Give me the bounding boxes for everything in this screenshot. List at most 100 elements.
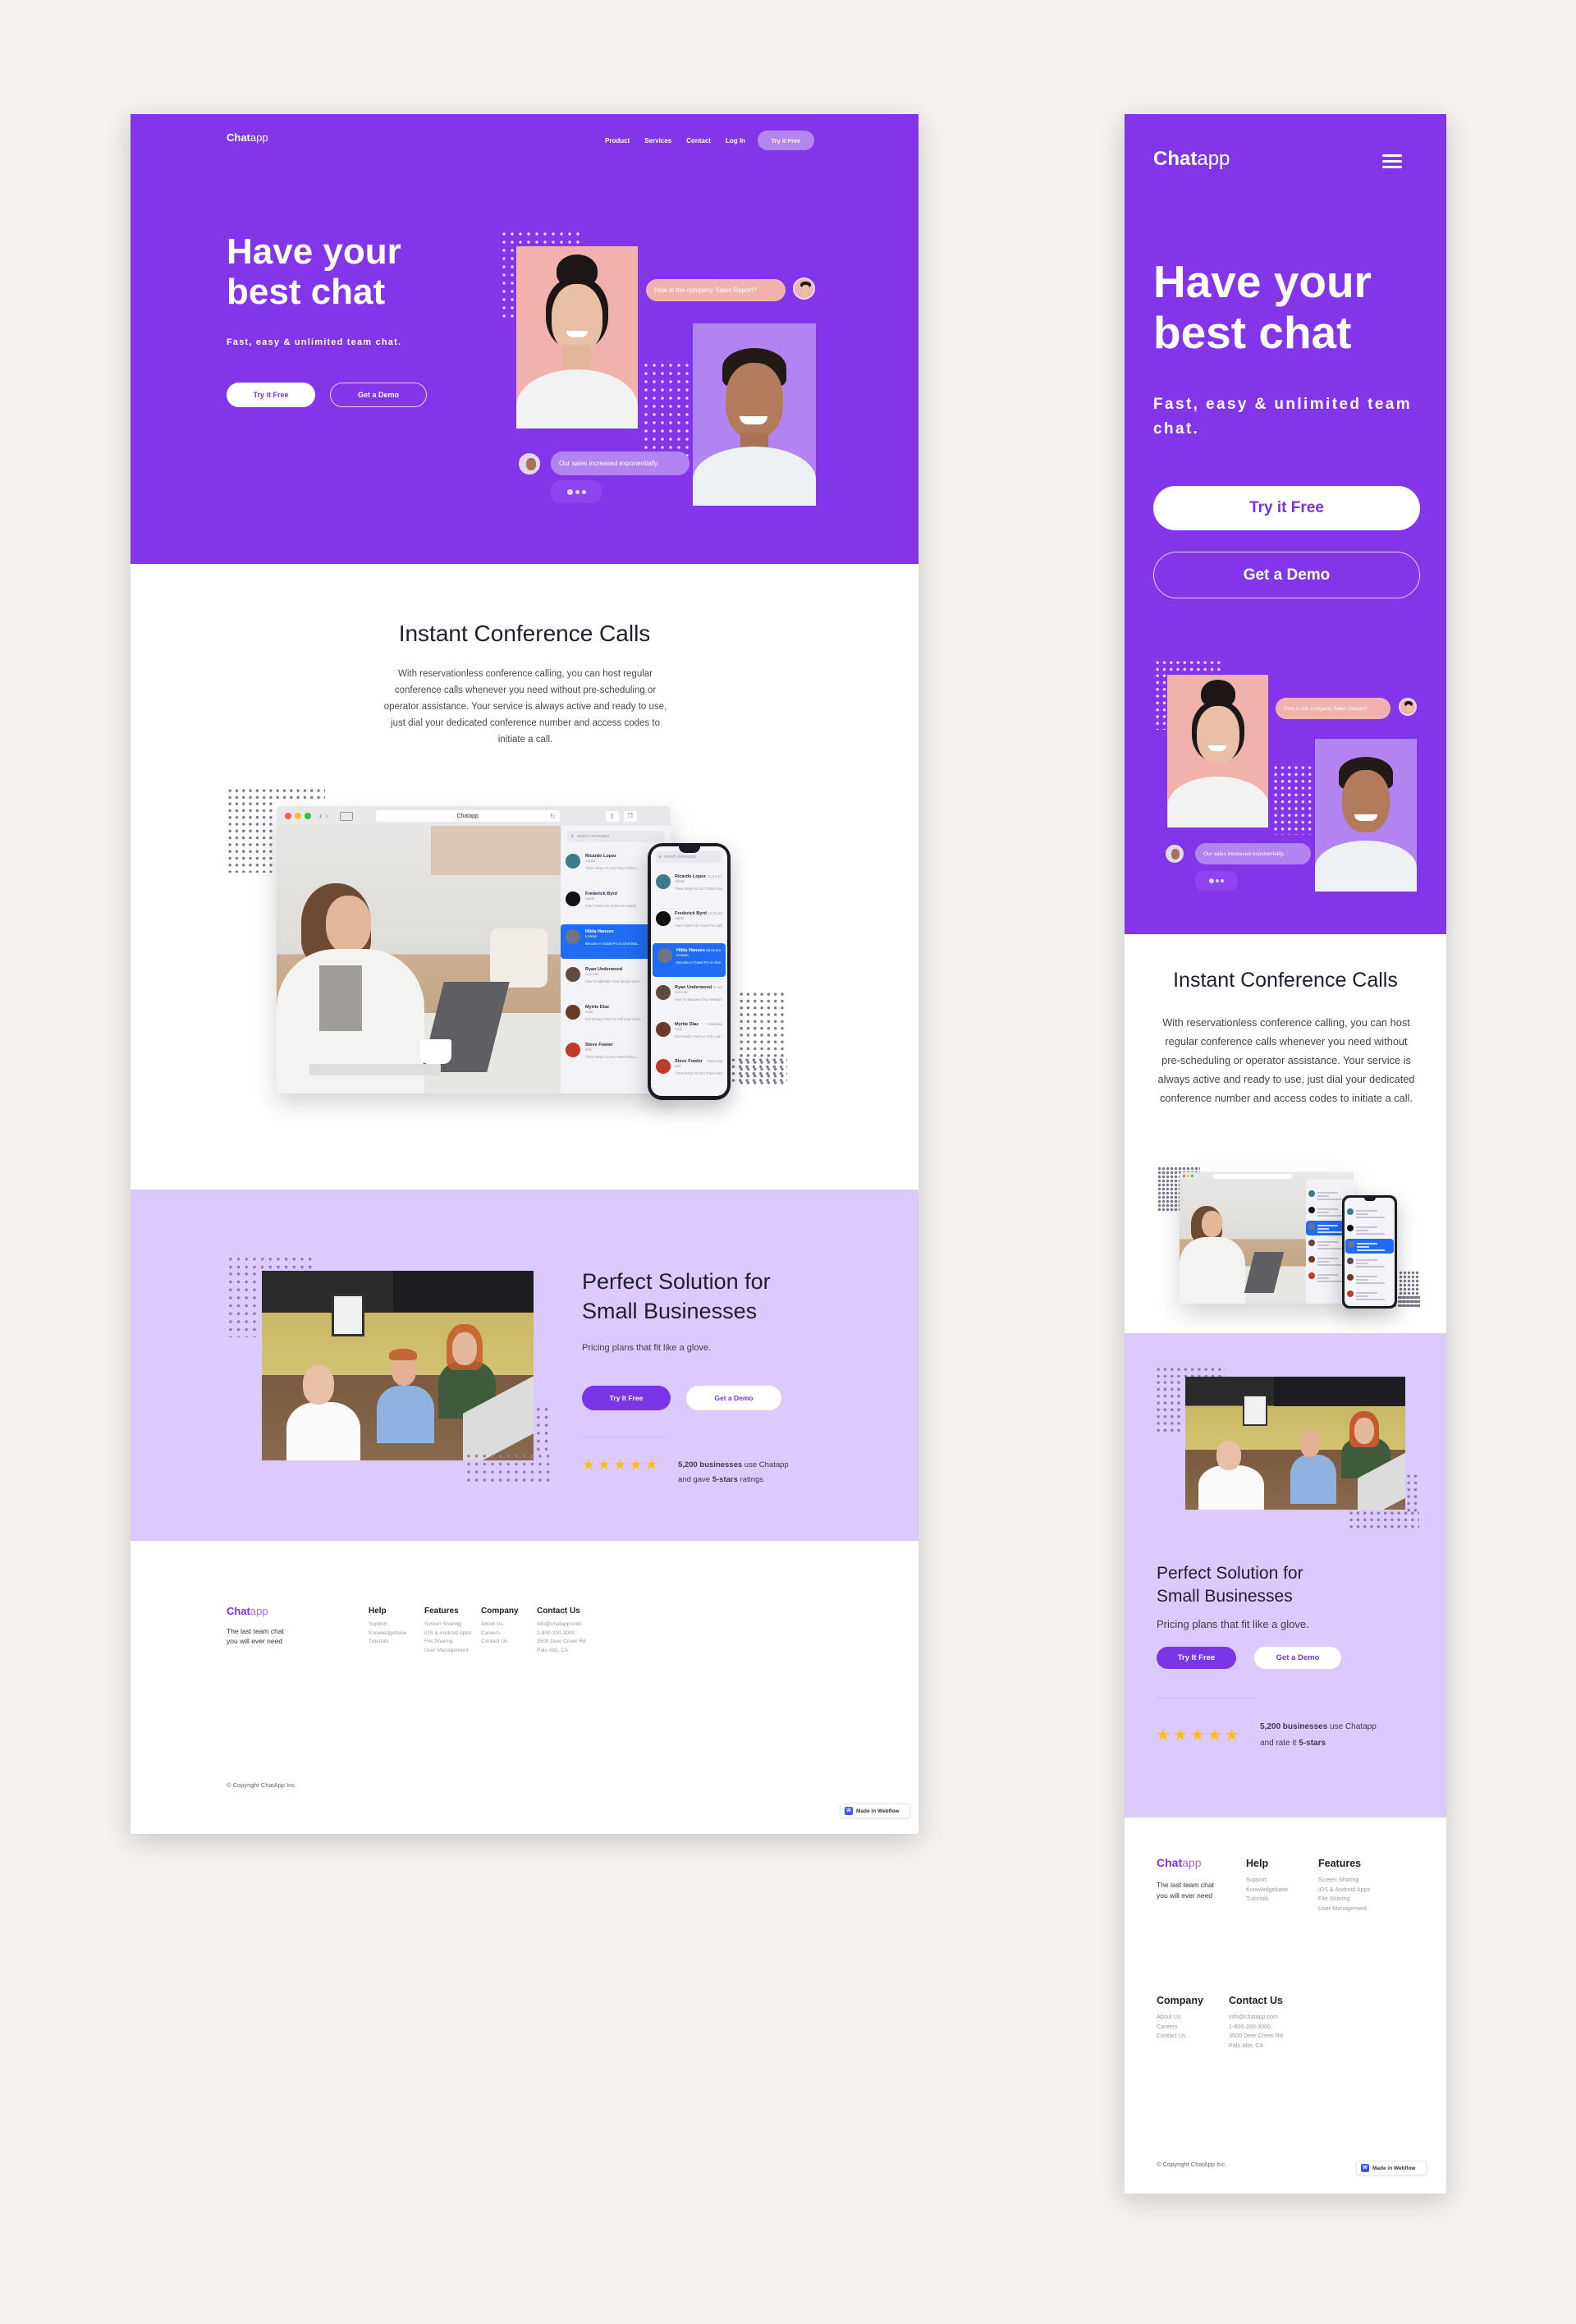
woman-photo [1167, 675, 1268, 827]
footer-link[interactable]: 3500 Deer Creek Rd [1229, 2031, 1283, 2041]
message-preview: How To Maintain Your Mental Heal... [675, 997, 722, 1002]
maximize-dot-icon [305, 813, 311, 819]
hero-title-line1: Have your [1153, 256, 1372, 307]
dot-pattern [227, 1255, 313, 1270]
footer-link[interactable]: Tutorials [1246, 1894, 1288, 1904]
footer-logo-light: app [250, 1605, 268, 1617]
footer-link[interactable]: Contact Us [481, 1638, 519, 1647]
hero-title-line2: best chat [1153, 307, 1352, 358]
footer-logo[interactable]: Chatapp [227, 1605, 268, 1617]
footer-link[interactable]: Knowledgebase [1246, 1885, 1288, 1895]
footer-link[interactable]: Support [1246, 1875, 1288, 1885]
solution-try-free-button[interactable]: Try It Free [582, 1386, 671, 1410]
dot-pattern [1157, 1175, 1180, 1212]
logo-bold: Chat [227, 131, 250, 144]
footer-link[interactable]: Palo Alto, CA [537, 1647, 586, 1656]
footer-link[interactable]: iOS & Android Apps [424, 1630, 471, 1639]
mobile-solution-try-free-button[interactable]: Try It Free [1157, 1647, 1236, 1669]
footer-link[interactable]: Screen Sharing [424, 1620, 471, 1630]
footer-link[interactable]: About Us [481, 1620, 519, 1630]
contact-avatar [1348, 1241, 1354, 1248]
chat-list-item[interactable] [1345, 1272, 1395, 1286]
mobile-browser-mockup [1180, 1172, 1354, 1304]
dot-pattern [465, 1452, 551, 1485]
reload-icon: ↻ [549, 812, 556, 820]
nav-contact[interactable]: Contact [686, 137, 711, 144]
address-bar: Chatapp ↻ [375, 810, 560, 822]
footer-link[interactable]: iOS & Android Apps [1318, 1885, 1370, 1895]
footer-link[interactable]: User Management [1318, 1904, 1370, 1914]
footer-logo-light: app [1182, 1856, 1202, 1869]
footer-link[interactable]: Knowledgebase [369, 1630, 406, 1639]
nav-product[interactable]: Product [605, 137, 630, 144]
nav-services[interactable]: Services [644, 137, 671, 144]
footer-link[interactable]: Careers [1157, 2022, 1203, 2032]
dot-pattern [1154, 659, 1223, 672]
contact-avatar [656, 1022, 671, 1037]
made-in-webflow-badge[interactable]: W Made in Webflow [840, 1804, 910, 1818]
stat-line2-post: ratings [737, 1475, 764, 1484]
nav-try-free-button[interactable]: Try it Free [757, 131, 814, 150]
footer-link[interactable]: User Management [424, 1647, 471, 1656]
solution-get-demo-button[interactable]: Get a Demo [686, 1386, 781, 1410]
chat-list-item[interactable] [1345, 1255, 1395, 1270]
maximize-dot-icon [1191, 1175, 1193, 1177]
mobile-solution-get-demo-button[interactable]: Get a Demo [1254, 1647, 1341, 1669]
footer-column: Help Support Knowledgebase Tutorials [369, 1607, 406, 1647]
footer-link[interactable]: info@chatapp.com [537, 1620, 586, 1630]
footer-logo-bold: Chat [1157, 1856, 1183, 1869]
chat-list-item[interactable] [1345, 1206, 1395, 1221]
footer-column: Contact Us info@chatapp.com 1-800-200-3000… [537, 1607, 586, 1655]
footer-link[interactable]: Support [369, 1620, 406, 1630]
browser-search-input[interactable]: ⌕ search messages [567, 831, 664, 842]
footer-link[interactable]: info@chatapp.com [1229, 2012, 1283, 2022]
chat-list-item[interactable]: Ryan Underwood Avocode How To Maintain You… [651, 980, 727, 1014]
footer-link[interactable]: Palo Alto, CA [1229, 2041, 1283, 2051]
chat-list-item[interactable] [1345, 1288, 1395, 1303]
footer-link[interactable]: Screen Sharing [1318, 1875, 1370, 1885]
chat-list-item[interactable]: Frederick Byrd Apple Train Travel On Track… [651, 906, 727, 940]
chat-text-placeholder [1356, 1258, 1392, 1269]
footer-column-title: Company [481, 1607, 519, 1616]
hero-get-demo-button[interactable]: Get a Demo [330, 383, 427, 407]
chat-list-item[interactable]: Ricardo Lopez Adobe Three Ways To Get Trav… [651, 869, 727, 903]
chat-list-item[interactable]: Hilda Hansen Invision Become A Travel Pro … [653, 943, 726, 977]
close-dot-icon [285, 813, 291, 819]
chat-text-placeholder [1356, 1225, 1392, 1236]
chat-list-item[interactable]: Steve Fowler Dell Three Ways To Get Travel… [651, 1054, 727, 1088]
mobile-get-demo-button[interactable]: Get a Demo [1153, 552, 1420, 598]
footer-link[interactable]: Careers [481, 1630, 519, 1639]
hamburger-icon[interactable] [1382, 154, 1402, 168]
logo[interactable]: Chatapp [227, 131, 268, 144]
footer-link[interactable]: File Sharing [424, 1638, 471, 1647]
contact-avatar [566, 892, 580, 906]
mobile-try-free-button[interactable]: Try it Free [1153, 486, 1420, 530]
footer-link[interactable]: Tutorials [369, 1638, 406, 1647]
browser-mockup: ‹ › Chatapp ↻ ⇧ ❐ ⌕ search messages Rica… [277, 806, 671, 1093]
mobile-hero-title: Have your best chat [1153, 256, 1372, 358]
mobile-conference-body: With reservationless conference calling,… [1157, 1016, 1415, 1104]
chat-list-item[interactable]: Myrtie Diaz Audi Get Ready Fast For Fall L… [651, 1017, 727, 1051]
nav-login[interactable]: Log In [726, 137, 745, 144]
contact-avatar [1308, 1190, 1315, 1197]
footer-link[interactable]: 1-800-200-3000 [1229, 2022, 1283, 2032]
footer-link[interactable]: Contact Us [1157, 2031, 1203, 2041]
footer-link[interactable]: 1-800-200-3000 [537, 1630, 586, 1639]
made-in-webflow-badge[interactable]: W Made in Webflow [1356, 2161, 1427, 2175]
contact-avatar [566, 1005, 580, 1020]
chat-list-item[interactable] [1345, 1239, 1394, 1254]
hero-try-free-button[interactable]: Try it Free [227, 383, 315, 407]
hero-title: Have your best chat [227, 231, 401, 313]
mobile-footer: Chatapp The last team chat you will ever… [1125, 1817, 1446, 2193]
mobile-logo[interactable]: Chatapp [1153, 148, 1230, 171]
webflow-icon: W [1361, 2164, 1369, 2172]
footer-link[interactable]: About Us [1157, 2012, 1203, 2022]
phone-search-input[interactable]: ⌕ search messages [656, 851, 722, 863]
chat-list-item[interactable] [1345, 1222, 1395, 1237]
footer-column: Contact Us info@chatapp.com 1-800-200-3000… [1229, 1995, 1283, 2051]
typing-dot [1209, 878, 1214, 883]
star-icon: ★ [1207, 1726, 1222, 1744]
footer-link[interactable]: File Sharing [1318, 1894, 1370, 1904]
mobile-footer-logo[interactable]: Chatapp [1157, 1856, 1201, 1869]
footer-link[interactable]: 3500 Deer Creek Rd [537, 1638, 586, 1647]
